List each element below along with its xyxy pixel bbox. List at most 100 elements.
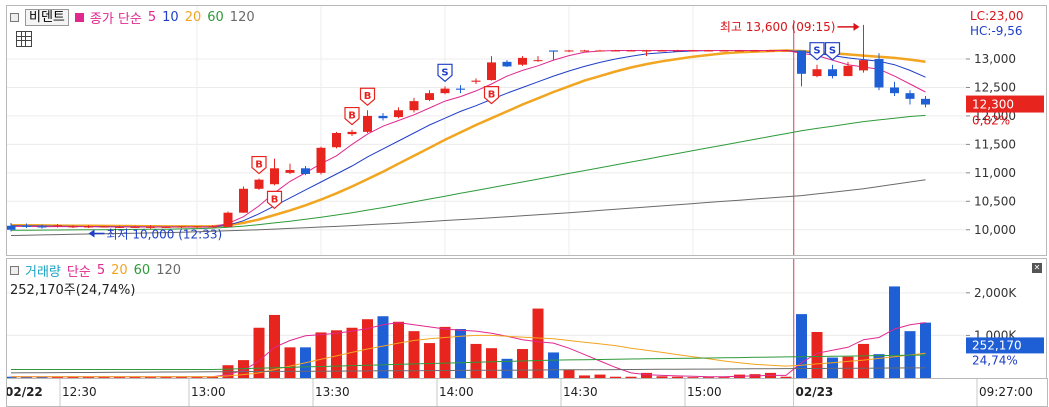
sell-marker: S <box>824 42 841 61</box>
candle-body <box>890 87 899 94</box>
volume-ma-line <box>10 367 926 374</box>
candle-body <box>688 50 698 52</box>
time-axis-labels: 02/22 12:30 13:00 13:30 14:00 14:30 15:00 02/23… <box>7 379 1033 406</box>
candle-body <box>440 88 450 94</box>
vma20-label: 20 <box>111 262 128 278</box>
candle-body <box>859 60 868 71</box>
volume-label: 거래량 <box>25 264 61 280</box>
ma10-label: 10 <box>162 9 179 25</box>
volume-bar <box>858 343 869 378</box>
price-chart-panel[interactable]: B B B S B B S S 최고 13,600 (09:15) 최저 10,000 (12:3… <box>6 5 968 256</box>
low-price-annotation: 최저 10,000 (12:33) <box>107 227 223 241</box>
candle-body <box>611 50 620 52</box>
candle-body <box>7 225 16 230</box>
candle-body <box>719 50 729 52</box>
legend-toggle-icon[interactable] <box>10 12 19 22</box>
candle-body <box>812 69 822 77</box>
candle-body <box>316 147 326 173</box>
candle-body <box>53 225 62 227</box>
candle-body <box>564 50 574 52</box>
vma5-label: 5 <box>96 262 106 278</box>
time-tick-label: 15:00 <box>687 385 722 399</box>
volume-bar <box>424 343 435 378</box>
legend-toggle-icon[interactable] <box>10 265 19 275</box>
price-tick-label: 13,000 <box>974 52 1016 66</box>
candle-body <box>239 188 248 213</box>
candle-body <box>797 50 806 74</box>
volume-bar <box>486 348 497 378</box>
candle-body <box>285 170 295 173</box>
marker-label: B <box>364 91 372 102</box>
volume-legend: 거래량 단순 5 20 60 120 <box>10 261 182 280</box>
lc-label: LC:23,00 <box>970 9 1023 23</box>
time-tick-label: 12:30 <box>62 385 97 399</box>
volume-bar <box>393 321 404 378</box>
candle-body <box>580 50 589 52</box>
time-tick-label: 14:00 <box>439 385 474 399</box>
price-tick-label: 12,500 <box>974 80 1016 94</box>
ma10-line <box>10 50 926 228</box>
candle-body <box>456 88 465 90</box>
table-grid-icon[interactable] <box>16 31 32 47</box>
candle-body <box>347 131 357 135</box>
candle-body <box>37 226 47 228</box>
high-price-annotation: 최고 13,600 (09:15) <box>720 20 836 34</box>
compare-button[interactable]: 비덴트 <box>25 8 69 26</box>
current-change-label: 0,82% <box>972 114 1010 128</box>
candle-body <box>766 50 775 52</box>
candle-body <box>332 133 341 148</box>
candle-body <box>502 61 512 67</box>
candle-body <box>673 50 682 52</box>
candle-body <box>487 62 496 81</box>
candle-body <box>642 50 651 52</box>
volume-bar <box>889 286 900 378</box>
vma120-label: 120 <box>156 262 182 278</box>
candle-body <box>874 59 884 88</box>
volume-ma-line <box>11 354 926 370</box>
ma20-line <box>10 49 926 228</box>
buy-marker: B <box>266 190 283 210</box>
ma5-label: 5 <box>147 9 157 25</box>
candle-body <box>626 50 636 52</box>
legend-ma-icon <box>74 12 84 22</box>
marker-label: S <box>813 46 820 57</box>
time-tick-label: 13:00 <box>191 385 226 399</box>
volume-axis: ✕ 2,000K 1,000K 252,170 24,74% <box>966 258 1047 379</box>
price-tick-label: 11,000 <box>974 166 1016 180</box>
candle-body <box>750 50 760 52</box>
volume-bar <box>842 356 854 378</box>
ma5-line <box>11 50 926 228</box>
volume-bar <box>532 308 544 378</box>
volume-bar <box>470 343 482 378</box>
vma60-label: 60 <box>133 262 151 278</box>
volume-info: 252,170주(24,74%) <box>10 283 136 298</box>
time-axis: 02/22 12:30 13:00 13:30 14:00 14:30 15:00 02/23… <box>6 378 1048 407</box>
volume-bar <box>284 347 296 378</box>
volume-bar <box>253 327 265 378</box>
candle-body <box>828 69 837 77</box>
candle-body <box>254 179 264 189</box>
candle-body <box>22 225 31 227</box>
ma20-label: 20 <box>184 9 202 25</box>
candle-body <box>657 50 667 52</box>
ma60-label: 60 <box>207 9 224 25</box>
ma120-label: 120 <box>229 9 255 25</box>
volume-axis-labels: 2,000K1,000K252,17024,74% <box>966 286 1044 367</box>
price-tick-label: 10,500 <box>974 194 1016 208</box>
candle-body <box>549 50 558 52</box>
candle-body <box>781 50 791 52</box>
price-legend: 비덴트 종가 단순 5 10 20 60 120 <box>10 8 255 27</box>
time-tick-label: 13:30 <box>315 385 350 399</box>
volume-bar <box>548 352 559 378</box>
stock-chart-window: { "toolbar": {"compare_button": "비덴트"}, … <box>0 0 1049 407</box>
time-tick-label: 09:27:00 <box>979 385 1033 399</box>
current-volume-label: 252,170 <box>972 338 1022 352</box>
candle-body <box>704 50 713 52</box>
candle-body <box>409 101 419 111</box>
volume-chart-panel[interactable]: 거래량 단순 5 20 60 120 252,170주(24,74%) <box>6 258 968 379</box>
volume-ma-type-label: 단순 <box>66 264 91 280</box>
marker-label: B <box>488 90 496 101</box>
sell-marker: S <box>437 63 453 83</box>
price-axis: LC:23,00 HC:-9,56 13,000 12,500 12,000 11,500… <box>966 5 1047 256</box>
high-arrow-head <box>853 22 860 31</box>
